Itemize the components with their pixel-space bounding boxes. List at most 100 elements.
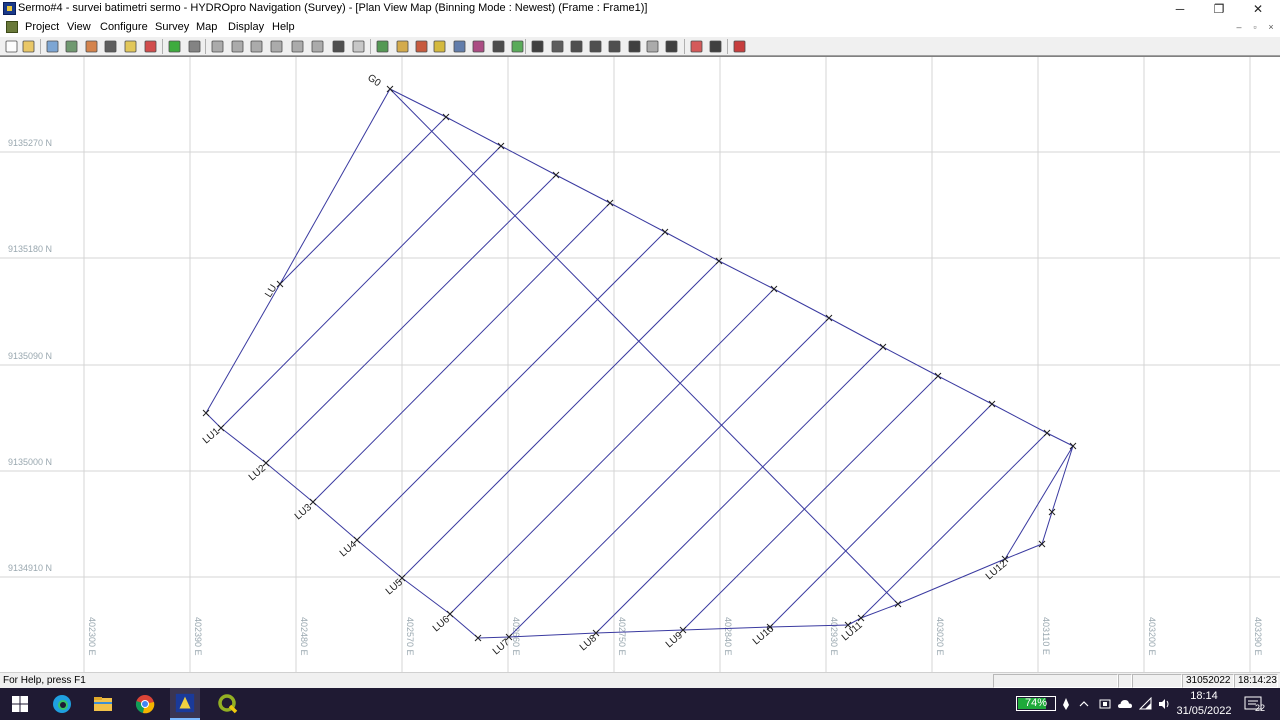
menu-view[interactable]: View [67, 21, 91, 33]
layers-icon[interactable] [375, 39, 390, 54]
track-icon[interactable] [627, 39, 642, 54]
crosshair-icon[interactable] [708, 39, 723, 54]
line-vertex-mark[interactable] [1048, 508, 1056, 516]
online-icon[interactable] [167, 39, 182, 54]
survey-line-label[interactable]: G0 [365, 72, 383, 89]
hydropro-taskbar-item[interactable] [170, 688, 200, 720]
palette-icon[interactable] [689, 39, 704, 54]
battery-saver-icon[interactable] [1060, 697, 1072, 711]
battery-indicator[interactable]: 74% [1016, 696, 1056, 711]
qgis-icon[interactable] [216, 692, 240, 716]
survey-line[interactable] [401, 260, 720, 579]
boundary-line[interactable] [937, 375, 993, 405]
line-vertex-mark[interactable] [1038, 540, 1046, 548]
line-vertex-mark[interactable] [446, 610, 454, 618]
template-icon[interactable] [64, 39, 79, 54]
line-vertex-mark[interactable] [879, 343, 887, 351]
zoom-out-icon[interactable] [588, 39, 603, 54]
chevron-up-icon[interactable] [1078, 698, 1090, 710]
survey-line-label[interactable]: LU4 [338, 539, 359, 560]
onedrive-icon[interactable] [1117, 698, 1133, 710]
survey-line[interactable] [265, 174, 557, 464]
line-vertex-mark[interactable] [353, 536, 361, 544]
survey-line-label[interactable]: LU11 [840, 620, 865, 644]
list-icon[interactable] [432, 39, 447, 54]
mark-icon[interactable] [143, 39, 158, 54]
map-canvas[interactable]: 9135270 N 9135180 N 9135090 N 9135000 N 9134… [0, 57, 1280, 672]
line-vertex-mark[interactable] [715, 257, 723, 265]
device-icon[interactable] [84, 39, 99, 54]
document-icon[interactable] [6, 21, 18, 33]
menu-configure[interactable]: Configure [100, 21, 148, 33]
volume-icon[interactable] [1157, 697, 1171, 711]
boundary-line[interactable] [595, 629, 684, 634]
boundary-line[interactable] [718, 260, 775, 290]
boundary-line[interactable] [500, 145, 557, 176]
line-vertex-mark[interactable] [386, 85, 394, 93]
extend-icon[interactable] [310, 39, 325, 54]
mdi-restore-button[interactable]: ▫ [1249, 21, 1261, 33]
copy-icon[interactable] [351, 39, 366, 54]
device-icon[interactable] [1098, 697, 1112, 711]
line-vertex-mark[interactable] [770, 285, 778, 293]
project-icon[interactable] [45, 39, 60, 54]
line-vertex-mark[interactable] [309, 498, 317, 506]
line-vertex-mark[interactable] [661, 228, 669, 236]
clock-date[interactable]: 31/05/2022 [1175, 705, 1233, 717]
boundary-line[interactable] [609, 202, 666, 233]
edit-line-icon[interactable] [210, 39, 225, 54]
edge-icon[interactable] [50, 692, 74, 716]
mdi-minimize-button[interactable]: ‒ [1233, 21, 1245, 33]
menu-survey[interactable]: Survey [155, 21, 189, 33]
survey-line[interactable] [312, 202, 611, 503]
boundary-line[interactable] [1051, 445, 1074, 513]
open-icon[interactable] [21, 39, 36, 54]
area-icon[interactable] [491, 39, 506, 54]
draw-polyline-icon[interactable] [249, 39, 264, 54]
line-vertex-mark[interactable] [1043, 429, 1051, 437]
file-explorer-icon[interactable] [91, 692, 115, 716]
survey-line[interactable] [682, 375, 939, 631]
survey-line-label[interactable]: LU6 [431, 614, 452, 635]
line-vertex-mark[interactable] [934, 372, 942, 380]
pointer-icon[interactable] [530, 39, 545, 54]
profile-icon[interactable] [732, 39, 747, 54]
pen-icon[interactable] [331, 39, 346, 54]
boundary-line[interactable] [882, 346, 939, 377]
boundary-line[interactable] [312, 501, 358, 541]
survey-line[interactable] [1004, 445, 1074, 560]
boundary-line[interactable] [664, 231, 720, 262]
boundary-line[interactable] [220, 427, 267, 464]
minimize-button[interactable]: ─ [1160, 0, 1200, 18]
chrome-icon[interactable] [133, 692, 157, 716]
windows-start-icon[interactable] [8, 692, 32, 716]
menu-help[interactable]: Help [272, 21, 295, 33]
record-icon[interactable] [187, 39, 202, 54]
boundary-line[interactable] [555, 174, 611, 204]
survey-line-label[interactable]: LU [263, 283, 279, 300]
line-vertex-mark[interactable] [442, 113, 450, 121]
boundary-line[interactable] [449, 613, 479, 639]
survey-line-label[interactable]: LU7 [491, 637, 512, 658]
survey-line[interactable] [595, 346, 884, 634]
menu-project[interactable]: Project [25, 21, 59, 33]
survey-line-label[interactable]: LU12 [984, 558, 1010, 582]
split-icon[interactable] [290, 39, 305, 54]
survey-line-label[interactable]: LU8 [578, 633, 599, 654]
cross-line[interactable] [389, 88, 899, 605]
boundary-line[interactable] [508, 632, 597, 638]
measure-icon[interactable] [664, 39, 679, 54]
boundary-line[interactable] [991, 403, 1048, 434]
line-vertex-mark[interactable] [552, 171, 560, 179]
boundary-line[interactable] [860, 603, 899, 619]
boundary-line[interactable] [205, 283, 281, 414]
database-icon[interactable] [123, 39, 138, 54]
pan-icon[interactable] [550, 39, 565, 54]
layer-add-icon[interactable] [395, 39, 410, 54]
line-vertex-mark[interactable] [988, 400, 996, 408]
close-button[interactable]: ✕ [1238, 0, 1278, 18]
mdi-close-button[interactable]: × [1265, 21, 1277, 33]
wifi-icon[interactable] [1139, 697, 1153, 711]
line-vertex-mark[interactable] [825, 314, 833, 322]
boundary-line[interactable] [1041, 511, 1053, 545]
